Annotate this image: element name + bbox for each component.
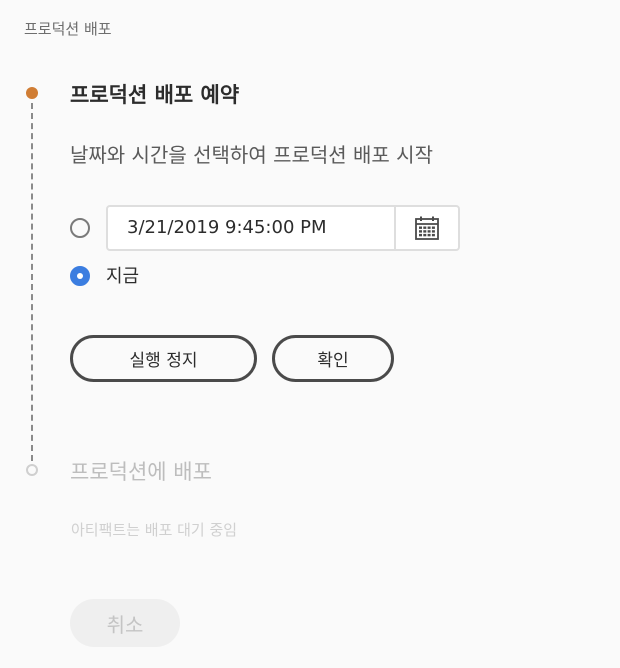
confirm-button[interactable]: 확인 <box>272 335 394 382</box>
now-radio-dot <box>77 273 83 279</box>
step-description: 날짜와 시간을 선택하여 프로덕션 배포 시작 <box>70 143 433 167</box>
step-title: 프로덕션 배포 예약 <box>70 83 240 107</box>
stop-execution-button[interactable]: 실행 정지 <box>70 335 257 382</box>
schedule-radio[interactable] <box>70 218 90 238</box>
calendar-icon <box>415 216 439 240</box>
step2-description: 아티팩트는 배포 대기 중임 <box>71 521 238 539</box>
active-step-dot <box>26 87 38 99</box>
now-radio[interactable] <box>70 266 90 286</box>
datetime-value[interactable]: 3/21/2019 9:45:00 PM <box>127 207 327 249</box>
datetime-field[interactable]: 3/21/2019 9:45:00 PM <box>106 205 460 251</box>
now-label[interactable]: 지금 <box>106 264 139 290</box>
step2-title: 프로덕션에 배포 <box>70 460 212 484</box>
calendar-button[interactable] <box>394 207 458 249</box>
timeline-connector <box>31 103 33 461</box>
inactive-step-dot <box>26 464 38 476</box>
cancel-button: 취소 <box>70 599 180 647</box>
breadcrumb: 프로덕션 배포 <box>24 20 112 38</box>
